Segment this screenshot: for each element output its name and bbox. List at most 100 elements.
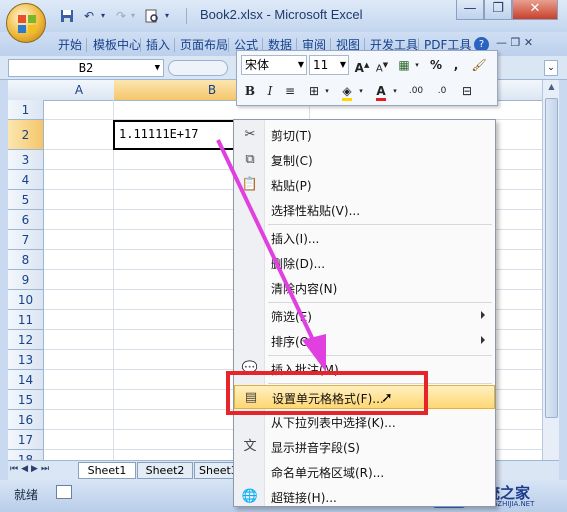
menu-item-label: 筛选(E) [271, 310, 312, 324]
row-header-5[interactable]: 5 [8, 190, 44, 210]
menu-item-label: 从下拉列表中选择(K)... [271, 416, 396, 430]
menu-item-1[interactable]: ✂ 剪切(T) [234, 123, 495, 147]
workbook-window-controls[interactable]: — ❐ ✕ [496, 36, 556, 52]
merge-center-icon[interactable]: ⊟ [457, 81, 477, 101]
menu-item-label: 剪切(T) [271, 129, 312, 143]
restore-button[interactable]: ❐ [484, 0, 512, 20]
scroll-up-icon[interactable]: ▲ [545, 82, 558, 96]
menu-item-9[interactable]: 排序(O) [234, 329, 495, 353]
row-header-13[interactable]: 13 [8, 350, 44, 370]
bold-button[interactable]: B [241, 81, 259, 101]
row-header-14[interactable]: 14 [8, 370, 44, 390]
redo-dropdown-icon[interactable]: ▾ [128, 7, 138, 25]
copy-icon: ⧉ [245, 152, 255, 167]
column-header-a[interactable]: A [44, 80, 115, 101]
menu-item-label: 粘贴(P) [271, 179, 312, 193]
row-header-12[interactable]: 12 [8, 330, 44, 350]
decrease-decimal-icon[interactable]: .0 [431, 81, 453, 101]
row-header-6[interactable]: 6 [8, 210, 44, 230]
row-header-1[interactable]: 1 [8, 100, 44, 120]
save-icon[interactable] [58, 7, 76, 25]
menu-item-5[interactable]: 插入(I)... [234, 226, 495, 250]
row-header-8[interactable]: 8 [8, 250, 44, 270]
menu-item-label: 超链接(H)... [271, 491, 337, 505]
borders-dropdown-icon[interactable]: ▾ [323, 81, 331, 101]
macro-record-icon[interactable] [56, 485, 72, 499]
tab-home[interactable]: 开始 [55, 35, 85, 55]
title-separator [186, 8, 187, 24]
scissors-icon: ✂ [244, 127, 256, 142]
sheet-nav-arrows-icon[interactable]: ⏮◀▶⏭ [10, 464, 52, 474]
increase-decimal-icon[interactable]: .00 [405, 81, 427, 101]
office-button[interactable] [6, 3, 46, 43]
menu-item-6[interactable]: 删除(D)... [234, 251, 495, 275]
undo-dropdown-icon[interactable]: ▾ [98, 7, 108, 25]
shrink-font-icon[interactable]: A▼ [373, 55, 391, 75]
font-dropdown-icon[interactable]: ▼ [298, 56, 304, 74]
formula-bar-resize-handle[interactable] [168, 60, 228, 76]
font-color-icon[interactable]: A [371, 81, 391, 101]
sheet-tab-1[interactable]: Sheet1 [78, 462, 136, 479]
submenu-arrow-icon [481, 336, 485, 344]
fill-color-dropdown-icon[interactable]: ▾ [357, 81, 365, 101]
context-menu: ✂ 剪切(T) ⧉ 复制(C) 📋 粘贴(P) 选择性粘贴(V)... 插入(I)... 删除(… [233, 119, 496, 507]
mini-toolbar: 宋体 ▼ 11 ▼ A▲ A▼ ▦ ▾ % , 🖌 B I ≡ ⊞ ▾ ◈ ▾ … [236, 50, 498, 106]
menu-item-2[interactable]: ⧉ 复制(C) [234, 148, 495, 172]
menu-item-label: 复制(C) [271, 154, 313, 168]
row-header-10[interactable]: 10 [8, 290, 44, 310]
name-box-dropdown-icon[interactable]: ▼ [155, 60, 160, 76]
font-name-value: 宋体 [245, 58, 270, 72]
vertical-scrollbar[interactable]: ▲ [542, 80, 559, 460]
center-align-icon[interactable]: ≡ [281, 81, 299, 101]
row-header-9[interactable]: 9 [8, 270, 44, 290]
row-header-3[interactable]: 3 [8, 150, 44, 170]
font-name-box[interactable]: 宋体 ▼ [241, 55, 307, 75]
grow-font-icon[interactable]: A▲ [353, 55, 371, 75]
name-box[interactable]: B2 ▼ [8, 59, 164, 77]
styles-dropdown-icon[interactable]: ▾ [413, 55, 421, 75]
comma-style-button[interactable]: , [449, 55, 463, 75]
qat-customize-icon[interactable]: ▾ [162, 7, 172, 25]
font-size-box[interactable]: 11 ▼ [309, 55, 349, 75]
active-cell-value: 1.11111E+17 [119, 127, 199, 141]
menu-item-15[interactable]: 🌐 超链接(H)... [234, 485, 495, 509]
row-header-18[interactable]: 18 [8, 450, 44, 460]
row-header-2[interactable]: 2 [8, 120, 44, 150]
menu-item-label: 选择性粘贴(V)... [271, 204, 361, 218]
font-color-dropdown-icon[interactable]: ▾ [391, 81, 399, 101]
borders-icon[interactable]: ⊞ [305, 81, 323, 101]
sheet-tab-2[interactable]: Sheet2 [137, 462, 193, 479]
row-header-11[interactable]: 11 [8, 310, 44, 330]
menu-item-7[interactable]: 清除内容(N) [234, 276, 495, 300]
minimize-button[interactable]: — [456, 0, 484, 20]
menu-item-3[interactable]: 📋 粘贴(P) [234, 173, 495, 197]
percent-style-button[interactable]: % [427, 55, 445, 75]
tab-templates[interactable]: 模板中心 [90, 35, 144, 55]
row-header-7[interactable]: 7 [8, 230, 44, 250]
italic-button[interactable]: I [261, 81, 279, 101]
size-dropdown-icon[interactable]: ▼ [340, 56, 346, 74]
select-all-corner[interactable] [8, 80, 45, 101]
print-preview-icon[interactable] [143, 7, 161, 25]
undo-icon[interactable]: ↶ [80, 7, 98, 25]
tab-insert[interactable]: 插入 [143, 35, 173, 55]
menu-separator [268, 224, 492, 225]
expand-formula-bar-icon[interactable]: ⌄ [544, 60, 558, 76]
tab-page-layout[interactable]: 页面布局 [177, 35, 233, 55]
row-header-4[interactable]: 4 [8, 170, 44, 190]
fill-color-icon[interactable]: ◈ [337, 81, 357, 101]
menu-item-8[interactable]: 筛选(E) [234, 304, 495, 328]
menu-item-14[interactable]: 命名单元格区域(R)... [234, 460, 495, 484]
menu-separator [268, 302, 492, 303]
format-painter-icon[interactable]: 🖌 [469, 55, 489, 75]
close-button[interactable]: ✕ [512, 0, 558, 20]
row-header-15[interactable]: 15 [8, 390, 44, 410]
menu-item-4[interactable]: 选择性粘贴(V)... [234, 198, 495, 222]
row-header-16[interactable]: 16 [8, 410, 44, 430]
menu-item-13[interactable]: 文显示拼音字段(S) [234, 435, 495, 459]
scroll-thumb[interactable] [545, 98, 558, 418]
name-box-value: B2 [78, 61, 94, 75]
row-header-17[interactable]: 17 [8, 430, 44, 450]
highlight-box [226, 371, 428, 415]
format-painter-styles-icon[interactable]: ▦ [395, 55, 413, 75]
